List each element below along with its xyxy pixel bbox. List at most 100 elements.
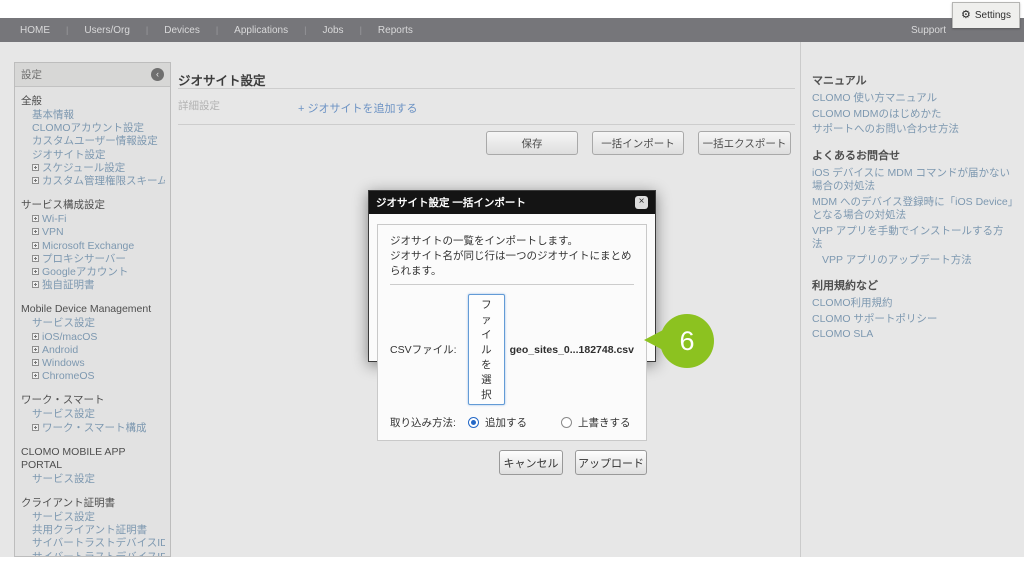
help-link[interactable]: CLOMO利用規約 (812, 297, 1014, 311)
sidebar-section: ワーク・スマートサービス設定ワーク・スマート構成 (21, 394, 165, 434)
nav-item-applications[interactable]: Applications (200, 25, 288, 36)
sidebar-item[interactable]: サイバートラストデバイスID(pilot)... (21, 537, 165, 550)
top-navbar: HOMEUsers/OrgDevicesApplicationsJobsRepo… (0, 18, 1024, 42)
sidebar-item[interactable]: ジオサイト設定 (21, 149, 165, 162)
dialog-description-1: ジオサイトの一覧をインポートします。 (390, 234, 634, 249)
help-link[interactable]: CLOMO 使い方マニュアル (812, 92, 1014, 106)
radio-add-option[interactable]: 追加する (468, 415, 527, 430)
sidebar-section-header: CLOMO MOBILE APP PORTAL (21, 446, 165, 472)
upload-button[interactable]: アップロード (575, 450, 647, 475)
sidebar-item[interactable]: サービス設定 (21, 408, 165, 421)
expand-icon[interactable] (32, 255, 39, 262)
page-title: ジオサイト設定 (178, 70, 266, 89)
import-method-label: 取り込み方法: (390, 415, 468, 430)
sidebar-item[interactable]: サービス設定 (21, 317, 165, 330)
help-link[interactable]: VPP アプリを手動でインストールする方法 (812, 225, 1014, 252)
sidebar-item[interactable]: 共用クライアント証明書 (21, 524, 165, 537)
cancel-button[interactable]: キャンセル (499, 450, 563, 475)
expand-icon[interactable] (32, 268, 39, 275)
expand-icon[interactable] (32, 215, 39, 222)
sidebar-item[interactable]: Windows (21, 357, 165, 370)
sidebar-item[interactable]: サービス設定 (21, 473, 165, 486)
sidebar-item[interactable]: VPN (21, 226, 165, 239)
import-dialog: ジオサイト設定 一括インポート × ジオサイトの一覧をインポートします。 ジオサ… (368, 190, 656, 362)
help-link[interactable]: CLOMO MDMのはじめかた (812, 108, 1014, 122)
step-badge: 6 (660, 314, 714, 368)
sidebar-item[interactable]: サイバートラストデバイスIDクライ... (21, 551, 165, 557)
sidebar-item[interactable]: ChromeOS (21, 370, 165, 383)
sidebar-item[interactable]: ワーク・スマート構成 (21, 422, 165, 435)
help-link[interactable]: CLOMO サポートポリシー (812, 313, 1014, 327)
gear-icon: ⚙ (961, 10, 971, 21)
dialog-body: ジオサイトの一覧をインポートします。 ジオサイト名が同じ行は一つのジオサイトにま… (377, 224, 647, 441)
sidebar-section: CLOMO MOBILE APP PORTALサービス設定 (21, 446, 165, 486)
sidebar-item[interactable]: 基本情報 (21, 109, 165, 122)
sidebar-item[interactable]: Android (21, 344, 165, 357)
sidebar-item[interactable]: Googleアカウント (21, 266, 165, 279)
nav-item-reports[interactable]: Reports (344, 25, 413, 36)
dialog-description-2: ジオサイト名が同じ行は一つのジオサイトにまとめられます。 (390, 249, 634, 279)
bulk-import-button[interactable]: 一括インポート (592, 131, 684, 155)
help-link[interactable]: iOS デバイスに MDM コマンドが届かない場合の対処法 (812, 167, 1014, 194)
sidebar-section: クライアント証明書サービス設定共用クライアント証明書サイバートラストデバイスID… (21, 497, 165, 557)
divider (390, 284, 634, 285)
expand-icon[interactable] (32, 242, 39, 249)
radio-selected-icon[interactable] (468, 417, 479, 428)
help-link[interactable]: MDM へのデバイス登録時に「iOS Device」となる場合の対処法 (812, 196, 1014, 223)
help-section-header: よくあるお問合せ (812, 147, 1014, 163)
sidebar-item[interactable]: サービス設定 (21, 511, 165, 524)
nav-item-users-org[interactable]: Users/Org (50, 25, 130, 36)
tab-settings[interactable]: ⚙ Settings (952, 2, 1020, 28)
divider (178, 124, 795, 125)
expand-icon[interactable] (32, 228, 39, 235)
radio-unselected-icon[interactable] (561, 417, 572, 428)
expand-icon[interactable] (32, 333, 39, 340)
expand-icon[interactable] (32, 359, 39, 366)
radio-overwrite-option[interactable]: 上書きする (561, 415, 631, 430)
sidebar-section: サービス構成設定Wi-FiVPNMicrosoft Exchangeプロキシサー… (21, 199, 165, 292)
nav-items: HOMEUsers/OrgDevicesApplicationsJobsRepo… (0, 25, 413, 36)
sidebar-item[interactable]: iOS/macOS (21, 331, 165, 344)
help-link[interactable]: サポートへのお問い合わせ方法 (812, 123, 1014, 137)
settings-sidebar: 設定 ‹ 全般基本情報CLOMOアカウント設定カスタムユーザー情報設定ジオサイト… (14, 62, 171, 557)
divider (800, 42, 801, 557)
expand-icon[interactable] (32, 164, 39, 171)
help-sidebar: マニュアル CLOMO 使い方マニュアル CLOMO MDMのはじめかたサポートへの… (812, 72, 1014, 344)
expand-icon[interactable] (32, 281, 39, 288)
sidebar-section-header: クライアント証明書 (21, 497, 165, 510)
close-icon[interactable]: × (635, 196, 648, 209)
help-section: よくあるお問合せ iOS デバイスに MDM コマンドが届かない場合の対処法MDM… (812, 147, 1014, 268)
sidebar-item[interactable]: Wi-Fi (21, 213, 165, 226)
expand-icon[interactable] (32, 372, 39, 379)
expand-icon[interactable] (32, 346, 39, 353)
sidebar-item[interactable]: CLOMOアカウント設定 (21, 122, 165, 135)
csv-file-row: CSVファイル: ファイルを選択 geo_sites_0...182748.cs… (390, 294, 634, 405)
help-section-header: マニュアル (812, 72, 1014, 88)
settings-label: Settings (975, 10, 1011, 21)
sidebar-item[interactable]: カスタムユーザー情報設定 (21, 135, 165, 148)
bulk-export-button[interactable]: 一括エクスポート (698, 131, 791, 155)
detail-settings-label: 詳細設定 (178, 98, 220, 113)
sidebar-item[interactable]: Microsoft Exchange (21, 240, 165, 253)
sidebar-collapse-icon[interactable]: ‹ (151, 68, 164, 81)
sidebar-item[interactable]: スケジュール設定 (21, 162, 165, 175)
page: HOMEUsers/OrgDevicesApplicationsJobsRepo… (0, 0, 1024, 576)
radio-add-label: 追加する (485, 415, 527, 430)
expand-icon[interactable] (32, 177, 39, 184)
help-link[interactable]: VPP アプリのアップデート方法 (822, 254, 1014, 268)
sidebar-section-header: ワーク・スマート (21, 394, 165, 407)
nav-item-home[interactable]: HOME (20, 25, 50, 36)
selected-file-name: geo_sites_0...182748.csv (510, 344, 634, 356)
nav-support[interactable]: Support (911, 25, 946, 36)
nav-item-jobs[interactable]: Jobs (288, 25, 343, 36)
help-link[interactable]: CLOMO SLA (812, 328, 1014, 342)
expand-icon[interactable] (32, 424, 39, 431)
save-button[interactable]: 保存 (486, 131, 578, 155)
nav-item-devices[interactable]: Devices (130, 25, 200, 36)
sidebar-item[interactable]: 独自証明書 (21, 279, 165, 292)
sidebar-item[interactable]: カスタム管理権限スキーム設定 (21, 175, 165, 188)
choose-file-button[interactable]: ファイルを選択 (468, 294, 505, 405)
sidebar-header: 設定 ‹ (15, 63, 170, 87)
add-geosite-link[interactable]: + ジオサイトを追加する (298, 100, 417, 116)
sidebar-item[interactable]: プロキシサーバー (21, 253, 165, 266)
